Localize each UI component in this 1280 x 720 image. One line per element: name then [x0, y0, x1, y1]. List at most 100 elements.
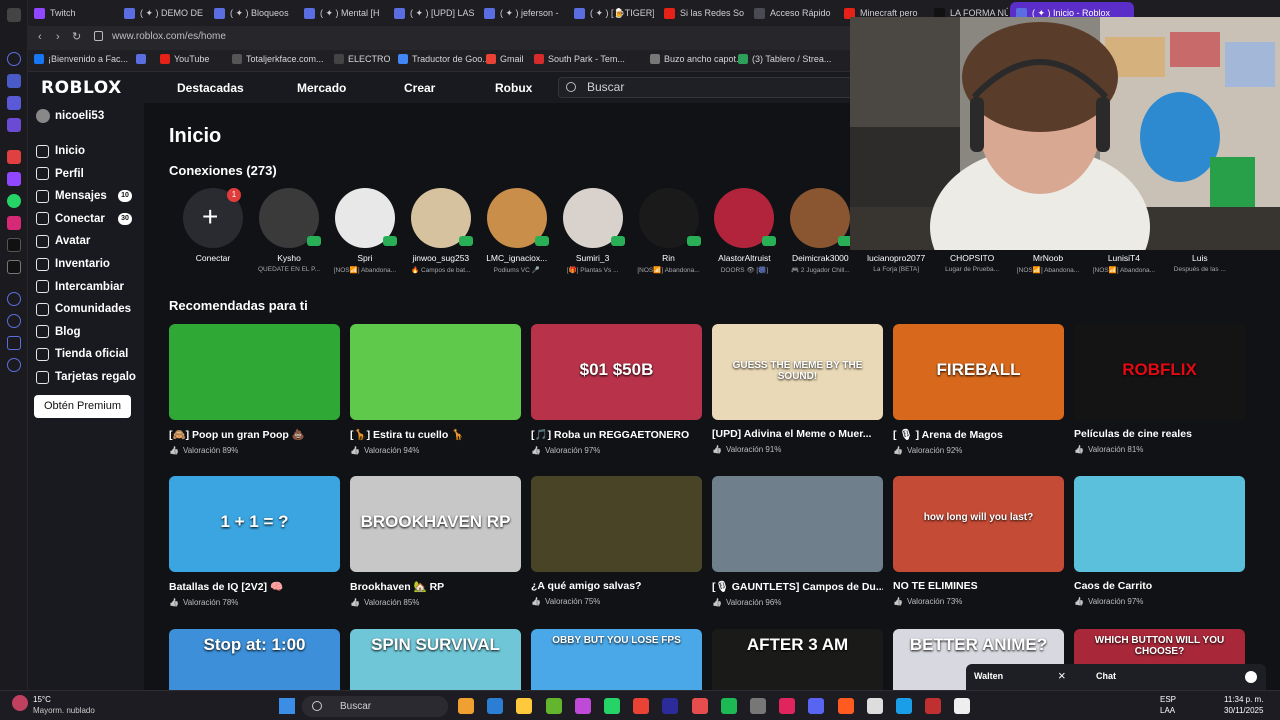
- game-thumbnail[interactable]: [169, 324, 340, 420]
- game-card[interactable]: ¿A qué amigo salvas? 👍 Valoración 75%: [531, 476, 702, 606]
- bookmark-item[interactable]: Gmail: [486, 54, 524, 64]
- sidebar-app-icon[interactable]: [7, 150, 21, 164]
- game-card[interactable]: Caos de Carrito 👍 Valoración 97%: [1074, 476, 1245, 606]
- game-thumbnail[interactable]: GUESS THE MEME BY THE SOUND!: [712, 324, 883, 420]
- game-thumbnail[interactable]: [712, 476, 883, 572]
- add-connection-icon[interactable]: + 1: [183, 188, 243, 248]
- game-card[interactable]: AFTER 3 AM: [712, 629, 883, 690]
- connection-avatar[interactable]: [486, 188, 549, 248]
- game-title[interactable]: Batallas de IQ [2V2] 🧠: [169, 580, 340, 593]
- tab-item[interactable]: ( ✦ ) Mental [H: [298, 2, 384, 24]
- bookmark-item[interactable]: (3) Tablero / Strea...: [738, 54, 831, 64]
- tab-item[interactable]: ( ✦ ) DEMO DE: [118, 2, 204, 24]
- game-thumbnail[interactable]: OBBY BUT YOU LOSE FPS: [531, 629, 702, 690]
- sidebar-item[interactable]: Comunidades: [36, 299, 131, 319]
- connection-tile[interactable]: jinwoo_sug253 🔥 Campos de bat...: [403, 188, 479, 274]
- connection-avatar[interactable]: [259, 188, 321, 248]
- game-thumbnail[interactable]: ROBFLIX: [1074, 324, 1245, 420]
- forward-icon[interactable]: ›: [56, 31, 60, 43]
- clock-time[interactable]: 11:34 p. m.: [1224, 695, 1263, 704]
- taskbar-app-icon[interactable]: [896, 698, 912, 714]
- sidebar-item[interactable]: Perfil: [36, 164, 84, 184]
- nav-destacadas[interactable]: Destacadas: [177, 81, 244, 95]
- close-icon[interactable]: ×: [1058, 668, 1066, 683]
- tab-item[interactable]: ( ✦ ) [🍺TIGER]: [568, 2, 654, 24]
- search-input[interactable]: Buscar: [558, 77, 854, 98]
- roblox-logo[interactable]: ROBLOX: [41, 78, 122, 98]
- game-card[interactable]: GUESS THE MEME BY THE SOUND! [UPD] Adivin…: [712, 324, 883, 454]
- back-icon[interactable]: ‹: [38, 31, 42, 43]
- games-icon[interactable]: [7, 118, 21, 132]
- chat-toggle-icon[interactable]: [1245, 671, 1257, 683]
- connection-tile[interactable]: Sumiri_3 [🎁] Plantas Vs ...: [555, 188, 631, 274]
- chat-title[interactable]: Chat: [1096, 671, 1116, 681]
- game-title[interactable]: Películas de cine reales: [1074, 428, 1245, 440]
- recommended-title[interactable]: Recomendadas para ti: [169, 298, 308, 313]
- bookmark-item[interactable]: Traductor de Goo...: [398, 54, 490, 64]
- start-icon[interactable]: [279, 698, 295, 714]
- sidebar-item[interactable]: Avatar: [36, 231, 90, 251]
- shopping-icon[interactable]: [7, 96, 21, 110]
- bookmark-item[interactable]: ¡Bienvenido a Fac...: [34, 54, 128, 64]
- taskbar-app-icon[interactable]: [691, 698, 708, 714]
- tab-item[interactable]: Acceso Rápido: [748, 2, 834, 24]
- twitch-icon[interactable]: [7, 172, 21, 186]
- discover-icon[interactable]: [7, 292, 21, 306]
- game-thumbnail[interactable]: FIREBALL: [893, 324, 1064, 420]
- bookmark-item[interactable]: YouTube: [160, 54, 209, 64]
- game-thumbnail[interactable]: [531, 476, 702, 572]
- bookmark-item[interactable]: Buzo ancho capot...: [650, 54, 744, 64]
- sidebar-item[interactable]: Mensajes: [36, 186, 107, 206]
- game-title[interactable]: [ 🎙 ] Arena de Magos: [893, 428, 1064, 441]
- sidebar-item[interactable]: Intercambiar: [36, 277, 124, 297]
- game-title[interactable]: [🦒] Estira tu cuello 🦒: [350, 428, 521, 441]
- connect-tile[interactable]: + 1 Conectar: [175, 188, 251, 263]
- connection-tile[interactable]: Kysho QUÉDATE EN EL P...: [251, 188, 327, 273]
- weather-icon[interactable]: [12, 695, 28, 711]
- tab-item[interactable]: ( ✦ ) jeferson -: [478, 2, 564, 24]
- chat-panel[interactable]: Walten × Chat: [966, 664, 1266, 690]
- game-card[interactable]: BROOKHAVEN RP Brookhaven 🏡 RP 👍 Valoración …: [350, 476, 521, 607]
- game-thumbnail[interactable]: BROOKHAVEN RP: [350, 476, 521, 572]
- site-info-icon[interactable]: [94, 31, 103, 41]
- taskbar-app-icon[interactable]: [720, 698, 737, 714]
- bookmark-item[interactable]: Totaljerkface.com...: [232, 54, 324, 64]
- connection-avatar[interactable]: [790, 188, 853, 248]
- game-thumbnail[interactable]: [350, 324, 521, 420]
- connection-avatar[interactable]: [714, 188, 777, 248]
- game-thumbnail[interactable]: AFTER 3 AM: [712, 629, 883, 690]
- tab-item[interactable]: ( ✦ ) Bloqueos: [208, 2, 294, 24]
- collections-icon[interactable]: [7, 74, 21, 88]
- taskbar-app-icon[interactable]: [633, 698, 650, 714]
- game-thumbnail[interactable]: Stop at: 1:00: [169, 629, 340, 690]
- taskbar-app-icon[interactable]: [516, 698, 533, 714]
- url-field[interactable]: www.roblox.com/es/home: [112, 31, 226, 42]
- connection-tile[interactable]: Rin [NOS📶] Abandona...: [631, 188, 707, 274]
- avatar[interactable]: [36, 109, 50, 123]
- game-card[interactable]: [🦒] Estira tu cuello 🦒 👍 Valoración 94%: [350, 324, 521, 455]
- connection-tile[interactable]: LMC_ignaciox... Podiums VC 🎤: [479, 188, 555, 274]
- nav-mercado[interactable]: Mercado: [297, 81, 346, 95]
- game-title[interactable]: [🎵] Roba un REGGAETONERO: [531, 428, 702, 441]
- lang-region[interactable]: LAA: [1160, 706, 1175, 715]
- clock-date[interactable]: 30/11/2025: [1224, 706, 1263, 715]
- taskbar-app-icon[interactable]: [604, 698, 620, 714]
- connection-avatar[interactable]: [410, 188, 473, 248]
- game-thumbnail[interactable]: $01 $50B: [531, 324, 702, 420]
- history-icon[interactable]: [7, 314, 21, 328]
- game-card[interactable]: ROBFLIX Películas de cine reales 👍 Valoraci…: [1074, 324, 1245, 454]
- chat-contact-name[interactable]: Walten: [974, 671, 1003, 681]
- game-title[interactable]: [UPD] Adivina el Meme o Muer...: [712, 428, 883, 440]
- instagram-icon[interactable]: [7, 216, 21, 230]
- game-thumbnail[interactable]: [1074, 476, 1245, 572]
- connection-tile[interactable]: AlastorAltruist DOORS 👁 [🎆]: [706, 188, 782, 274]
- nav-crear[interactable]: Crear: [404, 81, 435, 95]
- game-thumbnail[interactable]: 1 + 1 = ?: [169, 476, 340, 572]
- tab-item[interactable]: ( ✦ ) [UPD] LAS: [388, 2, 474, 24]
- taskbar-app-icon[interactable]: [487, 698, 504, 714]
- lang-label[interactable]: ESP: [1160, 695, 1176, 704]
- game-card[interactable]: OBBY BUT YOU LOSE FPS: [531, 629, 702, 690]
- reload-icon[interactable]: ↻: [72, 30, 81, 43]
- nav-robux[interactable]: Robux: [495, 81, 532, 95]
- taskbar-app-icon[interactable]: [545, 698, 562, 714]
